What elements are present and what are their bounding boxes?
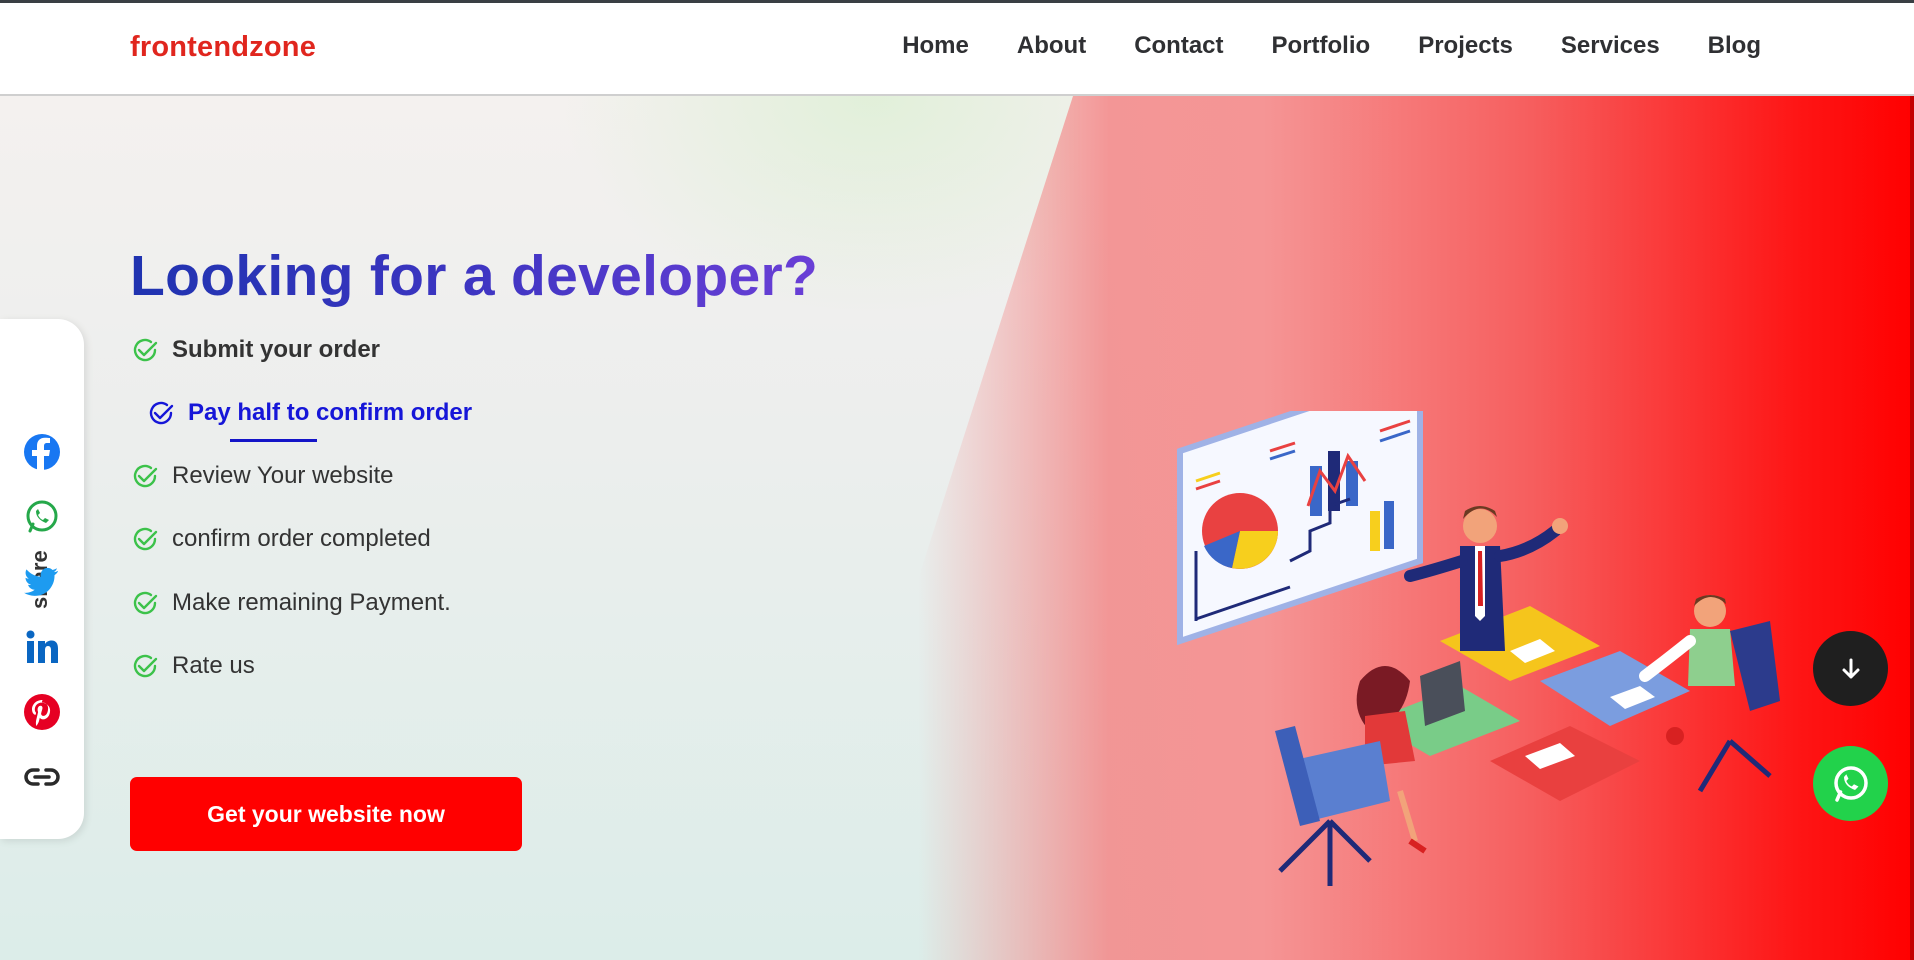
brand-logo[interactable]: frontendzone <box>130 31 316 64</box>
scroll-down-button[interactable] <box>1813 631 1888 706</box>
nav-projects[interactable]: Projects <box>1418 32 1513 60</box>
step-remaining-payment[interactable]: Make remaining Payment. <box>130 586 451 620</box>
link-icon[interactable] <box>22 757 62 797</box>
check-circle-icon <box>133 527 158 551</box>
check-circle-icon <box>149 401 174 425</box>
check-circle-icon <box>133 464 158 488</box>
arrow-down-icon <box>1842 658 1859 678</box>
whatsapp-icon <box>1833 765 1868 802</box>
step-label: Make remaining Payment. <box>172 589 451 616</box>
nav-blog[interactable]: Blog <box>1708 32 1761 60</box>
step-confirm-completed[interactable]: confirm order completed <box>130 522 431 556</box>
step-label: Review Your website <box>172 462 394 489</box>
whatsapp-chat-button[interactable] <box>1813 746 1888 821</box>
team-meeting-illustration <box>1177 411 1780 886</box>
step-pay-half[interactable]: Pay half to confirm order <box>146 396 472 430</box>
nav-contact[interactable]: Contact <box>1134 32 1223 60</box>
share-sidebar: share <box>0 319 84 839</box>
check-circle-icon <box>133 654 158 678</box>
linkedin-icon[interactable] <box>22 627 62 667</box>
hero-headline: Looking for a developer? <box>130 244 819 308</box>
twitter-icon[interactable] <box>22 562 62 602</box>
right-edge-bar <box>1910 96 1914 960</box>
step-submit-order[interactable]: Submit your order <box>130 333 380 367</box>
check-circle-icon <box>133 591 158 615</box>
step-label: Submit your order <box>172 336 381 363</box>
nav-portfolio[interactable]: Portfolio <box>1272 32 1371 60</box>
main-nav: Home About Contact Portfolio Projects Se… <box>854 32 1761 60</box>
step-rate-us[interactable]: Rate us <box>130 649 255 683</box>
step-label: Rate us <box>172 652 255 679</box>
top-navbar: frontendzone Home About Contact Portfoli… <box>0 3 1914 96</box>
get-website-button[interactable]: Get your website now <box>130 777 522 851</box>
nav-about[interactable]: About <box>1017 32 1086 60</box>
step-label: confirm order completed <box>172 525 431 552</box>
red-puzzle-piece <box>1490 726 1640 801</box>
nav-home[interactable]: Home <box>902 32 969 60</box>
pinterest-icon[interactable] <box>22 692 62 732</box>
check-circle-icon <box>133 338 158 362</box>
whatsapp-icon[interactable] <box>22 497 62 537</box>
active-step-underline <box>230 439 317 442</box>
step-label: Pay half to confirm order <box>188 399 473 426</box>
nav-services[interactable]: Services <box>1561 32 1660 60</box>
step-review-website[interactable]: Review Your website <box>130 459 393 493</box>
facebook-icon[interactable] <box>22 432 62 472</box>
